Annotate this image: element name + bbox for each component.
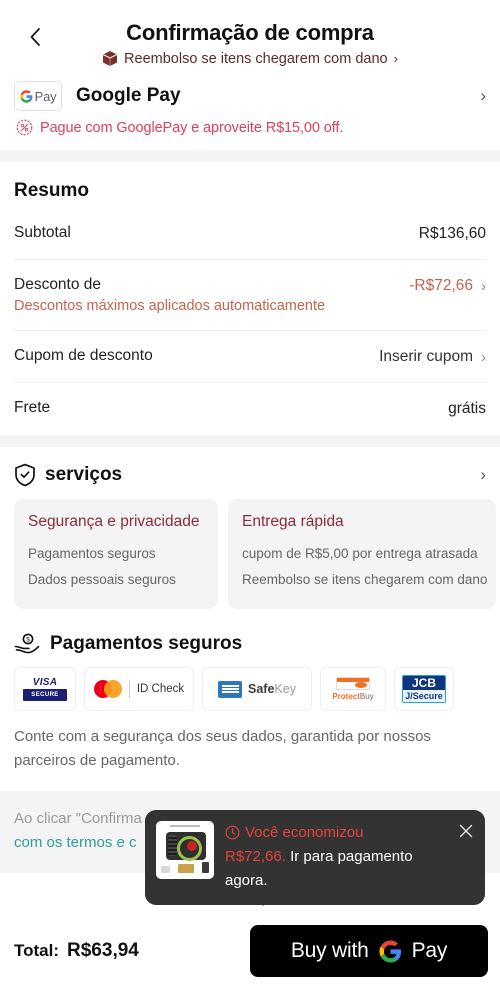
gpay-badge-text: Pay (34, 88, 57, 104)
product-thumbnail (156, 821, 214, 879)
row-label: Cupom de desconto (14, 347, 153, 364)
chevron-left-icon (30, 28, 40, 46)
safekey-light: Key (274, 682, 296, 696)
table-row-coupon[interactable]: Cupom de desconto Inserir cupom › (14, 331, 486, 383)
buy-button-prefix: Buy with (290, 939, 369, 962)
section-divider (0, 150, 500, 162)
chevron-right-icon: › (481, 348, 486, 366)
toast-pointer (253, 895, 273, 906)
row-value: grátis (448, 400, 486, 417)
shield-check-icon (15, 463, 35, 487)
page-header: Confirmação de compra Reembolso se itens… (0, 0, 500, 73)
clock-icon (225, 825, 240, 840)
safekey-bold: Safe (248, 682, 275, 696)
refund-banner[interactable]: Reembolso se itens chegarem com dano › (14, 50, 486, 67)
table-row: Subtotal R$136,60 (14, 208, 486, 260)
protectbuy-bold: Protect (332, 692, 360, 701)
close-icon[interactable] (457, 822, 475, 840)
chevron-right-icon: › (393, 51, 398, 66)
promo-text: Pague com GooglePay e aproveite R$15,00 … (40, 119, 344, 136)
terms-text: Ao clicar "Confirma (14, 810, 142, 827)
package-icon (102, 51, 118, 66)
toast-amount: R$72,66. (225, 848, 286, 865)
protectbuy-light: Buy (359, 692, 374, 701)
google-g-icon (379, 939, 401, 963)
jcb-label: JCB (403, 676, 445, 690)
page-title: Confirmação de compra (126, 20, 374, 45)
hand-coin-icon: $ (14, 633, 40, 654)
jcb-jsecure-logo: JCB J/Secure (394, 667, 454, 711)
summary-title: Resumo (14, 180, 89, 201)
total-value: R$63,94 (67, 940, 139, 961)
visa-secure-tag: SECURE (23, 689, 67, 701)
terms-link[interactable]: com os termos e c (14, 834, 137, 851)
discover-card-icon (335, 677, 370, 690)
table-row-shipping: Frete grátis (14, 383, 486, 435)
id-check-label: ID Check (136, 683, 185, 695)
buy-button-pay: Pay (411, 939, 448, 962)
amex-card-icon (218, 680, 243, 698)
row-value: Inserir cupom (379, 348, 473, 365)
savings-toast[interactable]: Você economizou R$72,66. Ir para pagamen… (145, 810, 485, 905)
checkout-page: Confirmação de compra Reembolso se itens… (0, 0, 500, 988)
chevron-right-icon: › (480, 86, 486, 105)
percent-badge-icon (16, 119, 33, 136)
payment-method-name: Google Pay (76, 85, 181, 106)
svg-text:$: $ (26, 637, 30, 644)
toast-headline: Você economizou (245, 824, 364, 841)
checkout-footer: Total: R$63,94 Buy with Pay (0, 914, 500, 988)
jsecure-label: J/Secure (403, 690, 445, 702)
services-header[interactable]: serviços › (0, 447, 500, 487)
secure-payments-title: Pagamentos seguros (50, 633, 243, 654)
card-item: Pagamentos seguros (28, 546, 156, 561)
card-title: Segurança e privacidade (28, 513, 200, 530)
mastercard-circles-icon (93, 680, 122, 698)
row-value: R$136,60 (418, 225, 486, 242)
services-title: serviços (45, 464, 123, 485)
chevron-right-icon: › (481, 277, 486, 295)
row-label: Desconto de (14, 276, 102, 293)
table-row-discount[interactable]: Desconto de Descontos máximos aplicados … (14, 260, 486, 331)
buy-with-google-pay-button[interactable]: Buy with Pay (250, 925, 488, 977)
gpay-badge-icon: Pay (14, 81, 62, 111)
card-item: Reembolso se itens chegarem com dano (242, 572, 488, 587)
payment-partner-logos: VISA SECURE ID Check SafeKey ProtectBuy (0, 655, 500, 711)
section-divider (0, 435, 500, 447)
google-g-icon (19, 89, 33, 103)
discover-protectbuy-logo: ProtectBuy (320, 667, 386, 711)
payment-method-row[interactable]: Pay Google Pay › (0, 73, 500, 111)
secure-payments-note: Conte com a segurança dos seus dados, ga… (14, 728, 431, 769)
visa-word: VISA (32, 677, 58, 688)
services-card-list[interactable]: Segurança e privacidade Pagamentos segur… (0, 487, 500, 609)
divider (128, 680, 130, 698)
refund-text: Reembolso se itens chegarem com dano (124, 50, 388, 67)
list-item[interactable]: Segurança e privacidade Pagamentos segur… (14, 499, 218, 609)
promo-row: Pague com GooglePay e aproveite R$15,00 … (0, 111, 500, 150)
secure-payments-header: $ Pagamentos seguros (0, 609, 500, 655)
visa-secure-logo: VISA SECURE (14, 667, 76, 711)
card-title: Entrega rápida (242, 513, 344, 530)
back-button[interactable] (24, 26, 46, 48)
order-total: Total: R$63,94 (14, 940, 139, 962)
mastercard-id-check-logo: ID Check (84, 667, 194, 711)
row-value: -R$72,66 (409, 277, 473, 294)
row-label: Subtotal (14, 224, 71, 241)
row-sublabel: Descontos máximos aplicados automaticame… (14, 298, 326, 314)
card-item: cupom de R$5,00 por entrega atrasada (242, 546, 478, 561)
chevron-right-icon: › (480, 465, 486, 484)
amex-safekey-logo: SafeKey (202, 667, 312, 711)
list-item[interactable]: Entrega rápida cupom de R$5,00 por entre… (228, 499, 496, 609)
row-label: Frete (14, 399, 51, 416)
total-label: Total: (14, 941, 60, 960)
card-item: Dados pessoais seguros (28, 572, 176, 587)
summary-section: Resumo Subtotal R$136,60 Desconto de Des… (0, 162, 500, 435)
